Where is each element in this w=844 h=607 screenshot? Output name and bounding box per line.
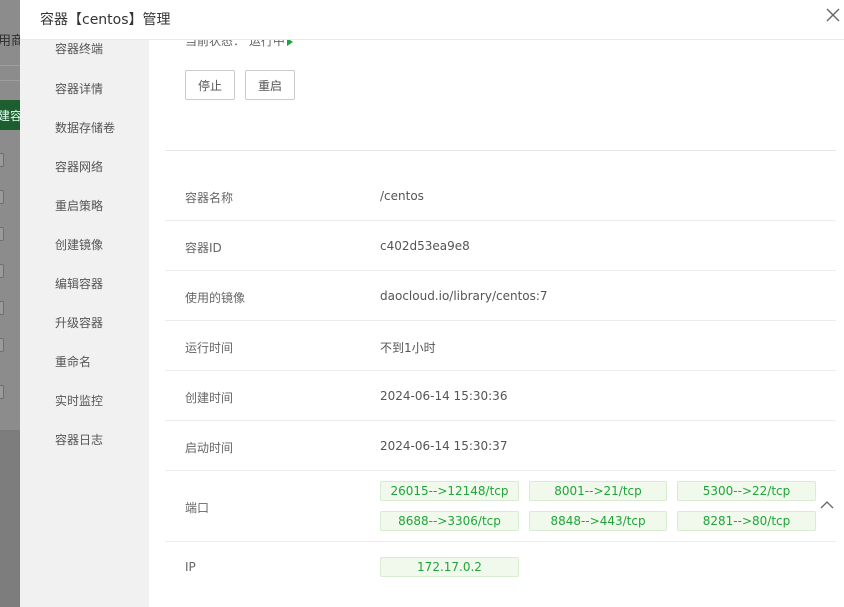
background-page: 用商 建容: [0, 0, 20, 607]
collapse-ports-button[interactable]: [820, 499, 836, 511]
background-checkbox: [0, 190, 4, 204]
port-tag: 8281-->80/tcp: [677, 511, 816, 531]
background-checkbox: [0, 301, 4, 315]
image-value: daocloud.io/library/centos:7: [380, 289, 548, 303]
background-checkbox: [0, 153, 4, 167]
background-divider: [0, 80, 20, 81]
modal-header: 容器【centos】管理: [20, 0, 844, 40]
ip-tag: 172.17.0.2: [380, 557, 519, 577]
id-value: c402d53ea9e8: [380, 239, 470, 253]
stop-button[interactable]: 停止: [185, 70, 236, 100]
port-tag: 26015-->12148/tcp: [380, 481, 519, 501]
chevron-up-icon: [820, 501, 834, 509]
created-label: 创建时间: [185, 391, 234, 405]
background-checkbox: [0, 385, 4, 399]
name-value: /centos: [380, 189, 424, 203]
background-checkbox: [0, 227, 4, 241]
container-details-panel: 当前状态： 运行中 停止 重启 容器名称 /centos 容器ID c402d5…: [149, 40, 844, 607]
ports-label: 端口: [185, 501, 210, 515]
sidebar-item-details[interactable]: 容器详情: [55, 80, 103, 97]
sidebar-item-volumes[interactable]: 数据存储卷: [55, 119, 115, 136]
background-text: 用商: [0, 34, 20, 49]
table-row: 启动时间 2024-06-14 15:30:37: [165, 421, 836, 471]
created-value: 2024-06-14 15:30:36: [380, 389, 508, 403]
sidebar-item-restart-policy[interactable]: 重启策略: [55, 197, 103, 214]
sidebar-item-logs[interactable]: 容器日志: [55, 431, 103, 448]
background-divider: [0, 65, 20, 66]
table-row: 运行时间 不到1小时: [165, 321, 836, 371]
ip-row: IP 172.17.0.2: [165, 542, 836, 592]
name-label: 容器名称: [185, 191, 234, 205]
modal-sidebar: 容器终端 容器详情 数据存储卷 容器网络 重启策略 创建镜像 编辑容器 升级容器…: [20, 0, 149, 607]
ip-label: IP: [185, 560, 196, 574]
status-row: 当前状态： 运行中: [185, 40, 293, 49]
uptime-value: 不到1小时: [380, 341, 436, 355]
section-divider: [165, 150, 836, 151]
sidebar-item-terminal[interactable]: 容器终端: [55, 40, 103, 57]
status-value: 运行中: [248, 40, 285, 48]
sidebar-item-network[interactable]: 容器网络: [55, 158, 103, 175]
status-label: 当前状态：: [185, 40, 246, 48]
modal-title: 容器【centos】管理: [40, 12, 171, 28]
sidebar-item-rename[interactable]: 重命名: [55, 353, 91, 370]
sidebar-item-upgrade[interactable]: 升级容器: [55, 314, 103, 331]
table-row: 容器ID c402d53ea9e8: [165, 221, 836, 271]
ports-row: 端口 26015-->12148/tcp 8001-->21/tcp 5300-…: [165, 471, 836, 542]
table-row: 容器名称 /centos: [165, 171, 836, 221]
background-checkbox: [0, 338, 4, 352]
uptime-label: 运行时间: [185, 341, 234, 355]
port-tag: 8688-->3306/tcp: [380, 511, 519, 531]
container-manage-modal: 容器终端 容器详情 数据存储卷 容器网络 重启策略 创建镜像 编辑容器 升级容器…: [20, 0, 844, 607]
port-tag: 8848-->443/tcp: [529, 511, 667, 531]
close-button[interactable]: [824, 6, 844, 26]
table-row: 使用的镜像 daocloud.io/library/centos:7: [165, 271, 836, 321]
started-label: 启动时间: [185, 441, 234, 455]
started-value: 2024-06-14 15:30:37: [380, 439, 508, 453]
id-label: 容器ID: [185, 241, 222, 255]
restart-button[interactable]: 重启: [245, 70, 296, 100]
info-table: 容器名称 /centos 容器ID c402d53ea9e8 使用的镜像 dao…: [165, 171, 836, 592]
close-icon: [826, 8, 840, 22]
background-checkbox: [0, 264, 4, 278]
port-tag: 5300-->22/tcp: [677, 481, 816, 501]
sidebar-item-create-image[interactable]: 创建镜像: [55, 236, 103, 253]
background-footer: [0, 430, 20, 607]
play-icon: [286, 40, 293, 46]
image-label: 使用的镜像: [185, 291, 246, 305]
background-create-button: 建容: [0, 100, 20, 130]
port-tag: 8001-->21/tcp: [529, 481, 667, 501]
sidebar-item-monitor[interactable]: 实时监控: [55, 392, 103, 409]
sidebar-item-edit-container[interactable]: 编辑容器: [55, 275, 103, 292]
table-row: 创建时间 2024-06-14 15:30:36: [165, 371, 836, 421]
